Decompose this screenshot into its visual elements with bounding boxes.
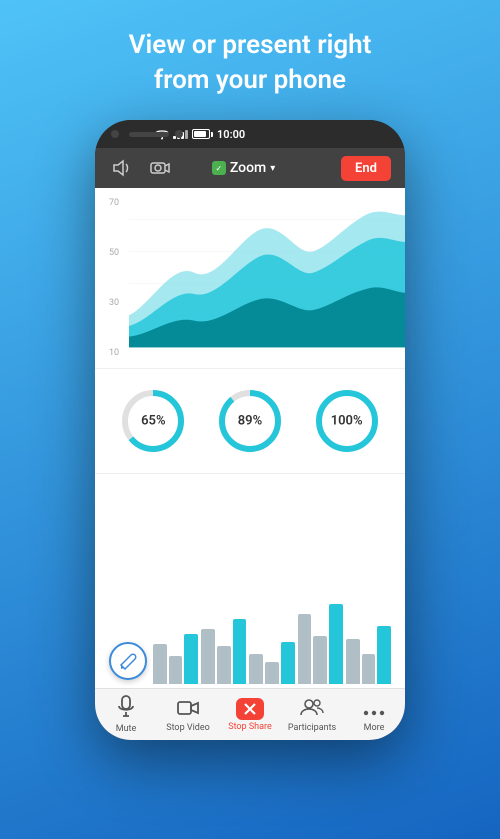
donuts-row: 65% 89% xyxy=(95,369,405,473)
participants-label: Participants xyxy=(288,723,336,733)
speaker-bar xyxy=(129,132,169,137)
phone-top-bar: 10:00 xyxy=(95,120,405,148)
donut-3: 100% xyxy=(311,385,383,457)
more-icon xyxy=(363,697,385,721)
stop-video-label: Stop Video xyxy=(166,723,210,733)
speaker-icon[interactable] xyxy=(109,155,135,181)
donut-container-3: 100% xyxy=(311,385,383,457)
bar-chart-area xyxy=(95,474,405,688)
y-axis-labels: 70 50 30 10 xyxy=(109,198,119,358)
nav-stop-share[interactable]: Stop Share xyxy=(219,698,281,732)
donut-label-1: 65% xyxy=(141,414,165,429)
hero-section: View or present rightfrom your phone xyxy=(99,0,402,98)
donut-label-3: 100% xyxy=(331,414,363,429)
zoom-label: Zoom xyxy=(230,160,266,176)
video-icon xyxy=(177,697,199,721)
donut-label-2: 89% xyxy=(238,414,262,429)
phone-content: 70 50 30 10 xyxy=(95,188,405,688)
zoom-shield-icon: ✓ xyxy=(212,161,226,175)
donut-2: 89% xyxy=(214,385,286,457)
nav-more[interactable]: More xyxy=(343,697,405,733)
app-toolbar: ✓ Zoom ▾ End xyxy=(95,148,405,188)
phone-mockup: 10:00 ✓ Zoom xyxy=(95,120,405,740)
stop-share-label: Stop Share xyxy=(228,722,272,732)
donut-container-2: 89% xyxy=(214,385,286,457)
camera-sensors xyxy=(111,130,183,138)
hero-text: View or present rightfrom your phone xyxy=(99,28,402,98)
camera-icon[interactable] xyxy=(147,155,173,181)
mic-icon xyxy=(116,695,136,722)
phone-shell: 10:00 ✓ Zoom xyxy=(95,120,405,740)
mute-label: Mute xyxy=(116,724,137,734)
area-chart-section: 70 50 30 10 xyxy=(95,188,405,368)
camera-dot-2 xyxy=(175,130,183,138)
area-chart-svg xyxy=(129,198,405,358)
end-button[interactable]: End xyxy=(341,156,391,181)
nav-stop-video[interactable]: Stop Video xyxy=(157,697,219,733)
donut-1: 65% xyxy=(117,385,189,457)
battery-icon xyxy=(192,129,213,139)
stop-share-icon xyxy=(236,698,264,720)
status-time: 10:00 xyxy=(217,128,245,141)
bottom-nav: Mute Stop Video xyxy=(95,688,405,740)
more-label: More xyxy=(364,723,385,733)
zoom-badge[interactable]: ✓ Zoom ▾ xyxy=(212,160,275,176)
zoom-caret-icon: ▾ xyxy=(270,163,275,174)
pencil-fab[interactable] xyxy=(109,642,147,680)
nav-participants[interactable]: Participants xyxy=(281,697,343,733)
participants-icon xyxy=(300,697,324,721)
donut-container-1: 65% xyxy=(117,385,189,457)
camera-dot xyxy=(111,130,119,138)
nav-mute[interactable]: Mute xyxy=(95,695,157,734)
